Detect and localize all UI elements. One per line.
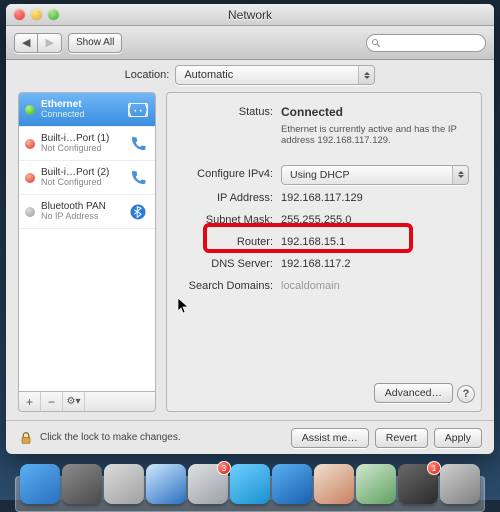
show-all-button[interactable]: Show All [68,33,122,53]
sidebar-item-sub: No IP Address [41,212,121,222]
status-label: Status: [179,103,281,121]
toolbar: ◀ ▶ Show All [6,26,494,60]
router-label: Router: [179,233,281,251]
forward-button[interactable]: ▶ [38,33,61,53]
dns-label: DNS Server: [179,255,281,273]
dock-item-finder[interactable] [20,464,60,504]
assist-button[interactable]: Assist me… [291,428,369,448]
zoom-button[interactable] [48,9,59,20]
remove-interface-button[interactable]: − [41,392,63,411]
apply-button[interactable]: Apply [434,428,482,448]
dock-item-app1[interactable] [104,464,144,504]
sidebar-item-sub: Connected [41,110,121,120]
dock-item-ichat[interactable] [230,464,270,504]
sidebar-item-sub: Not Configured [41,144,121,154]
dock-item-itunes[interactable] [272,464,312,504]
router-value: 192.168.15.1 [281,233,469,251]
search-icon [371,38,381,48]
configure-label: Configure IPv4: [179,165,281,183]
sidebar-item-modem2[interactable]: Built-i…Port (2) Not Configured [19,161,155,195]
help-button[interactable]: ? [457,385,475,403]
configure-ipv4-popup[interactable]: Using DHCP [281,165,469,185]
badge: 1 [427,461,441,475]
sidebar-item-sub: Not Configured [41,178,121,188]
search-field[interactable] [366,34,486,52]
location-popup[interactable]: Automatic [175,65,375,85]
sidebar-item-ethernet[interactable]: Ethernet Connected ⟨··⟩ [19,93,155,127]
popup-knob-icon [452,166,468,184]
popup-knob-icon [358,66,374,84]
search-domains-label: Search Domains: [179,277,281,295]
ethernet-icon: ⟨··⟩ [127,99,149,121]
nav-segment: ◀ ▶ [14,33,62,53]
status-dot-icon [25,105,35,115]
router-row: Router: 192.168.15.1 [179,233,469,251]
minimize-button[interactable] [31,9,42,20]
bluetooth-icon [127,201,149,223]
phone-icon [127,133,149,155]
phone-icon [127,167,149,189]
status-dot-icon [25,173,35,183]
network-preferences-window: Network ◀ ▶ Show All Location: Automatic… [6,4,494,454]
details-panel: Status: Connected Ethernet is currently … [166,92,482,412]
titlebar[interactable]: Network [6,4,494,26]
dns-value: 192.168.117.2 [281,255,469,273]
dock-item-launchpad[interactable] [62,464,102,504]
dock-item-sysprefs[interactable] [440,464,480,504]
mouse-cursor-icon [178,298,190,314]
close-button[interactable] [14,9,25,20]
back-button[interactable]: ◀ [14,33,38,53]
lock-text: Click the lock to make changes. [40,432,285,443]
search-domains-value: localdomain [281,277,469,295]
badge: 3 [217,461,231,475]
location-row: Location: Automatic [6,60,494,90]
location-value: Automatic [184,69,233,81]
status-value: Connected [281,105,343,119]
status-description: Ethernet is currently active and has the… [281,124,469,147]
ip-value: 192.168.117.129 [281,189,469,207]
dock: 31 [15,460,485,512]
sidebar-item-bluetooth[interactable]: Bluetooth PAN No IP Address [19,195,155,229]
status-dot-icon [25,207,35,217]
location-label: Location: [125,69,170,81]
dock-item-preview[interactable] [356,464,396,504]
revert-button[interactable]: Revert [375,428,428,448]
sidebar-item-modem1[interactable]: Built-i…Port (1) Not Configured [19,127,155,161]
configure-value: Using DHCP [290,166,350,184]
add-interface-button[interactable]: + [19,392,41,411]
window-title: Network [6,8,494,22]
ip-label: IP Address: [179,189,281,207]
dock-item-ical[interactable] [314,464,354,504]
status-dot-icon [25,139,35,149]
dock-item-safari[interactable] [146,464,186,504]
dock-item-appstore[interactable]: 1 [398,464,438,504]
lock-icon[interactable] [18,430,34,446]
action-menu-button[interactable]: ⚙▾ [63,392,85,411]
footer: Click the lock to make changes. Assist m… [6,420,494,454]
interfaces-sidebar: Ethernet Connected ⟨··⟩ Built-i…Port (1)… [18,92,156,412]
sidebar-footer: + − ⚙▾ [18,392,156,412]
advanced-button[interactable]: Advanced… [374,383,453,403]
chevron-right-icon: ▶ [45,36,53,49]
search-input[interactable] [381,37,471,48]
subnet-value: 255.255.255.0 [281,211,469,229]
subnet-label: Subnet Mask: [179,211,281,229]
dock-item-mail[interactable]: 3 [188,464,228,504]
chevron-left-icon: ◀ [22,36,30,49]
